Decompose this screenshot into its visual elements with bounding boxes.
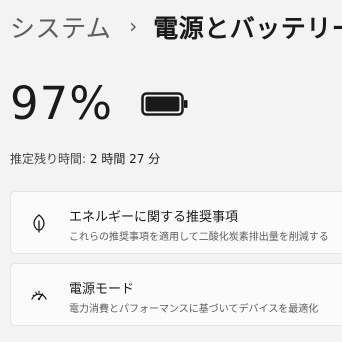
energy-recommendations-title: エネルギーに関する推奨事項 — [69, 210, 239, 225]
estimated-time-remaining: 推定残り時間: 2 時間 27 分 — [10, 150, 160, 167]
leaf-icon — [33, 214, 45, 233]
power-mode-card[interactable]: 電源モード 電力消費とパフォーマンスに基づいてデバイスを最適化 — [10, 263, 342, 326]
power-mode-description: 電力消費とパフォーマンスに基づいてデバイスを最適化 — [69, 304, 319, 315]
battery-percentage: 97% — [10, 77, 114, 130]
remaining-label: 推定残り時間: — [10, 152, 87, 166]
power-battery-settings-page: システム › 電源とバッテリー 97% 推定残り時間: 2 時間 27 分 エネ… — [0, 0, 342, 342]
energy-recommendations-description: これらの推奨事項を適用して二酸化炭素排出量を削減する — [69, 232, 329, 243]
battery-icon — [141, 92, 188, 116]
page-title: 電源とバッテリー — [153, 14, 342, 43]
remaining-value: 2 時間 27 分 — [89, 152, 161, 166]
battery-fill — [145, 96, 180, 112]
energy-recommendations-card[interactable]: エネルギーに関する推奨事項 これらの推奨事項を適用して二酸化炭素排出量を削減する — [10, 191, 342, 254]
power-mode-title: 電源モード — [69, 282, 135, 297]
power-mode-gauge-icon — [31, 290, 47, 301]
breadcrumb: システム › 電源とバッテリー — [10, 10, 342, 44]
breadcrumb-chevron-icon: › — [129, 14, 138, 38]
battery-summary: 97% — [10, 76, 189, 132]
breadcrumb-system-link[interactable]: システム — [10, 9, 111, 45]
